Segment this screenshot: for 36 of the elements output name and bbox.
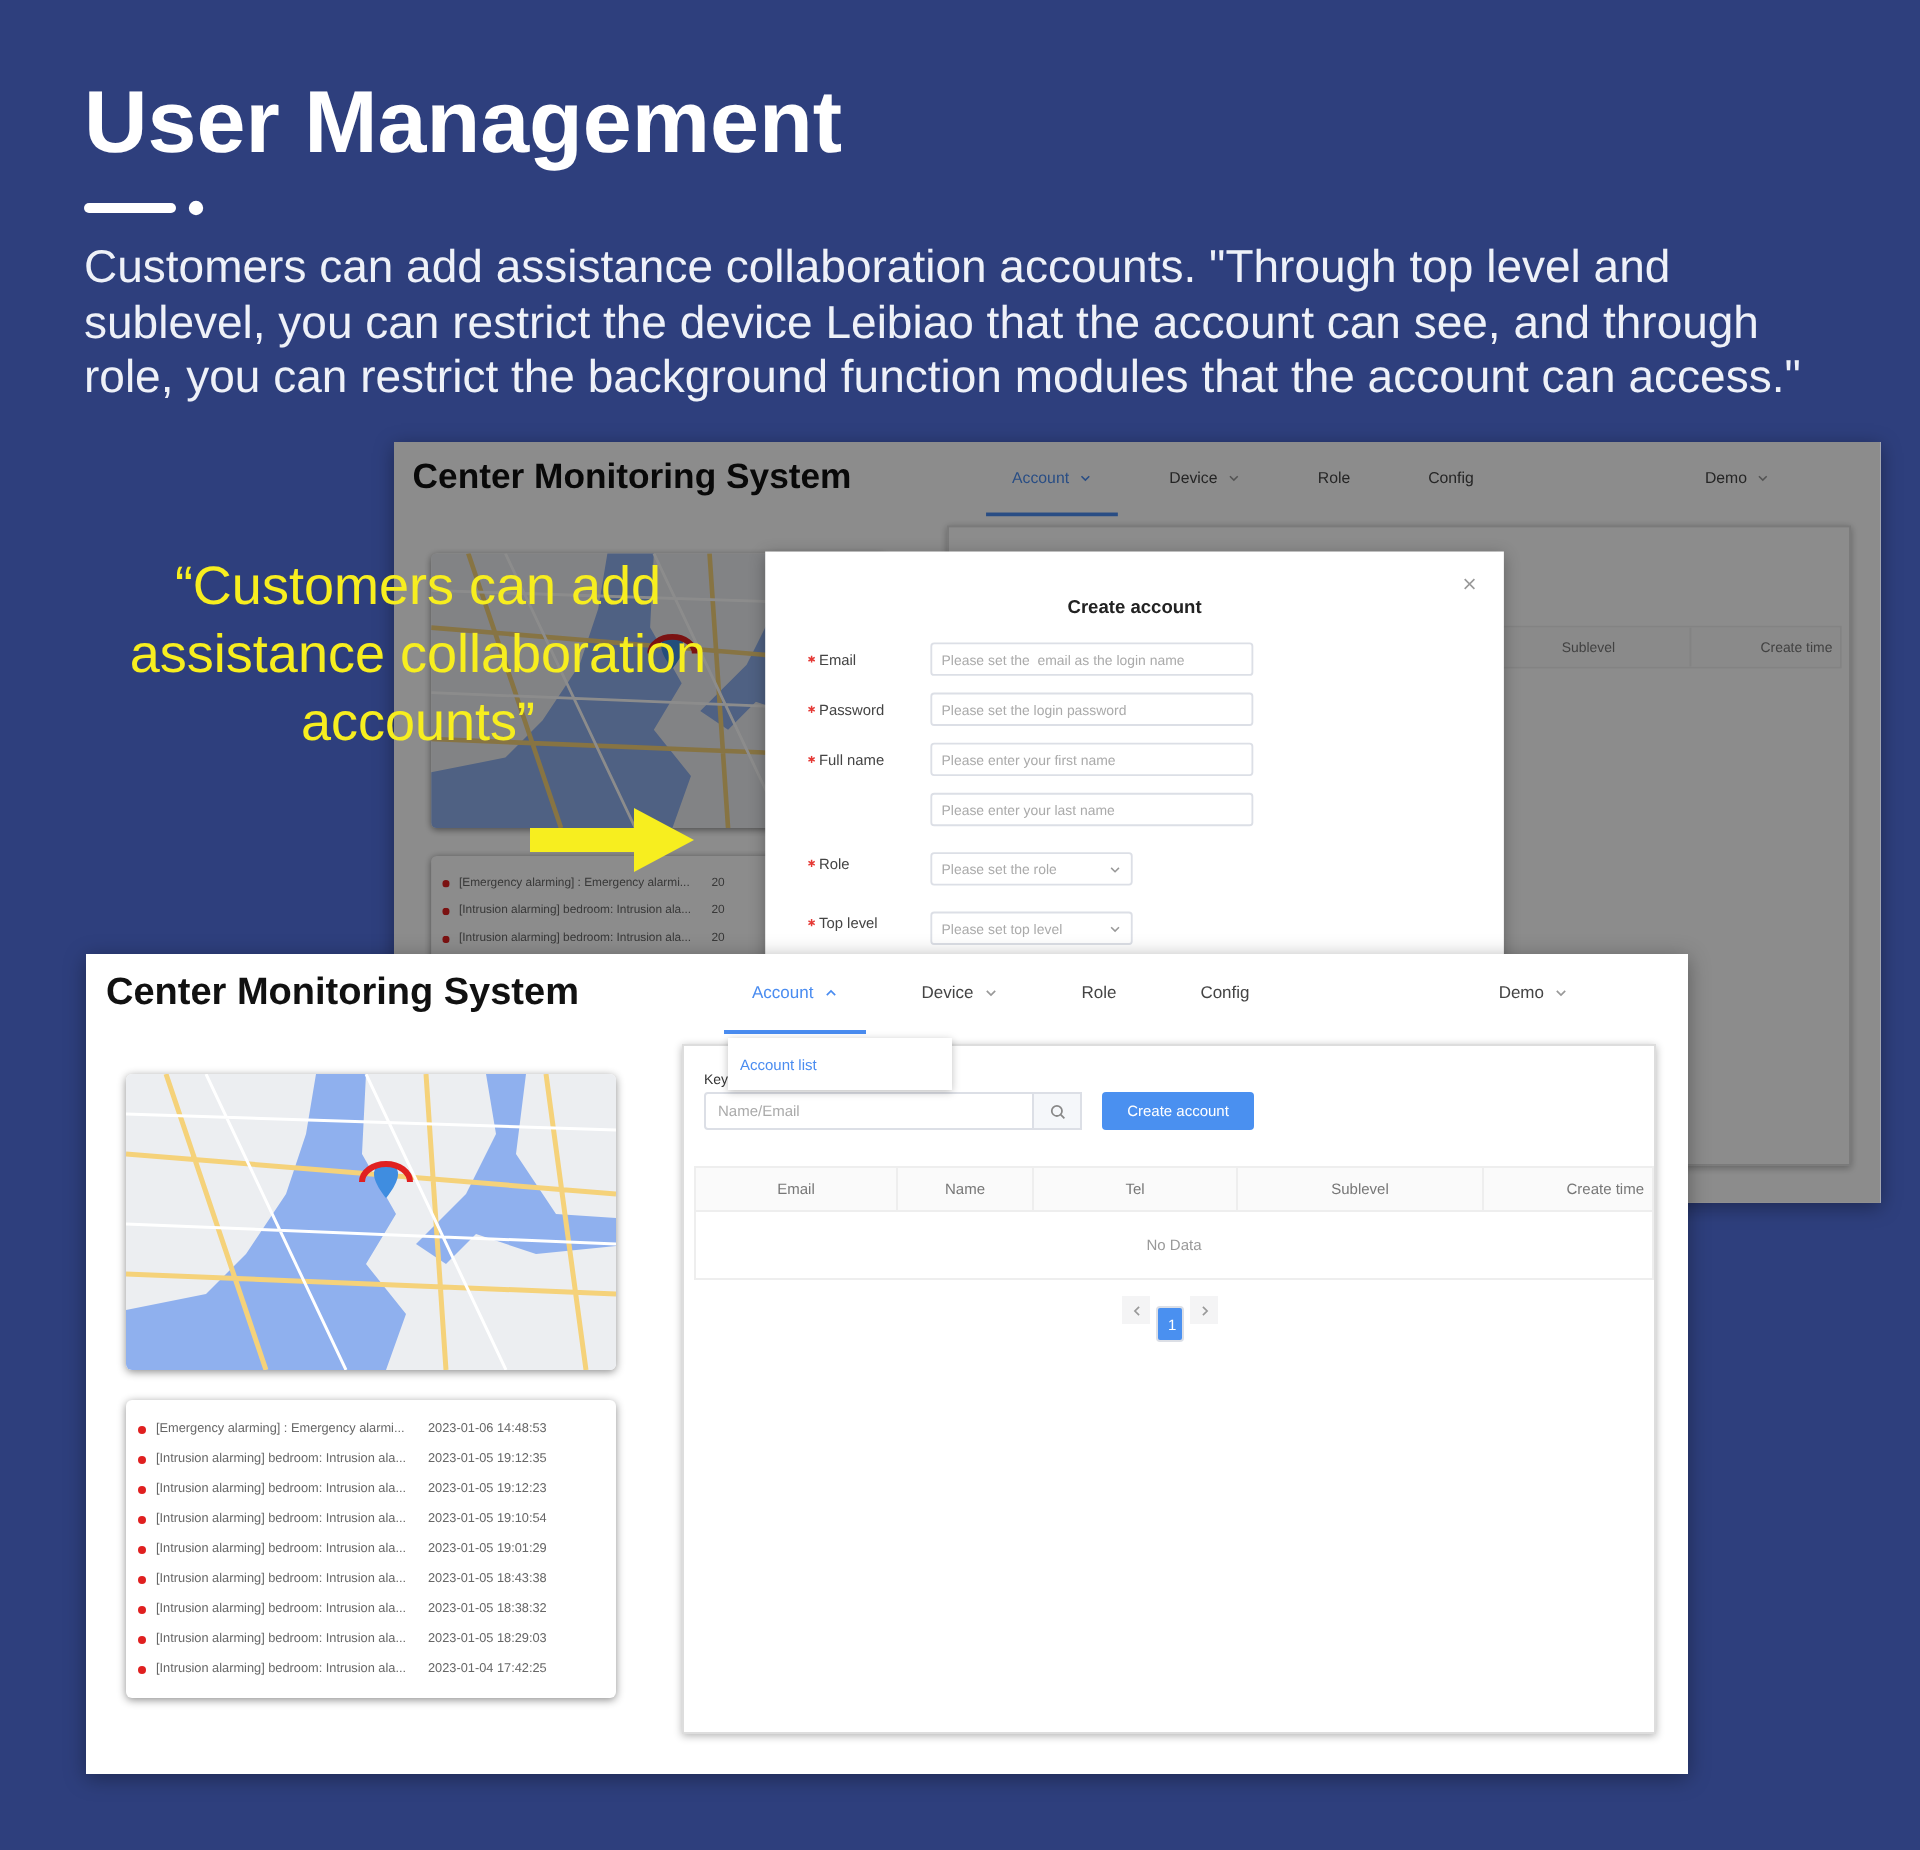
user-menu[interactable]: Demo: [1498, 954, 1568, 1030]
dialog-title: Create account: [1067, 597, 1202, 619]
arrow-icon: [530, 808, 694, 872]
status-dot-icon: [138, 1425, 146, 1433]
status-dot-icon: [138, 1635, 146, 1643]
chevron-left-icon: [1129, 1303, 1143, 1317]
chevron-down-icon: [1108, 921, 1122, 935]
search-button[interactable]: [1034, 1092, 1082, 1130]
prev-page-button[interactable]: [1122, 1296, 1150, 1324]
heading-accent: [84, 200, 208, 216]
status-dot-icon: [138, 1515, 146, 1523]
status-dot-icon: [138, 1665, 146, 1673]
status-dot-icon: [138, 1575, 146, 1583]
status-dot-icon: [138, 1485, 146, 1493]
chevron-right-icon: [1197, 1303, 1211, 1317]
nav-tab[interactable]: Config: [1172, 954, 1278, 1034]
status-dot-icon: [442, 879, 450, 887]
close-icon: [1463, 577, 1477, 591]
chevron-down-icon: [1108, 862, 1122, 876]
status-dot-icon: [138, 1605, 146, 1613]
nav-tab[interactable]: Device: [893, 954, 1026, 1034]
status-dot-icon: [442, 934, 450, 943]
caret-icon: [1554, 985, 1568, 999]
status-dot-icon: [442, 906, 450, 915]
status-dot-icon: [138, 1545, 146, 1553]
status-dot-icon: [138, 1455, 146, 1463]
app-title: Center Monitoring System: [410, 456, 854, 502]
nav-tab[interactable]: Role: [1053, 954, 1145, 1034]
description-text: Customers can add assistance collaboration accounts. "Through top level and sublevel, you can restrict the device Leibiao that the account can see, and through role, you can restrict the background function modules that the account can access.": [84, 240, 1803, 405]
search-icon: [1049, 1103, 1065, 1119]
close-button[interactable]: [1461, 575, 1478, 593]
nav-tab[interactable]: Account: [724, 954, 866, 1034]
page-heading: User Management: [84, 72, 843, 176]
app-title: Center Monitoring System: [104, 970, 581, 1018]
next-page-button[interactable]: [1190, 1296, 1218, 1324]
caret-icon: [1756, 470, 1770, 484]
